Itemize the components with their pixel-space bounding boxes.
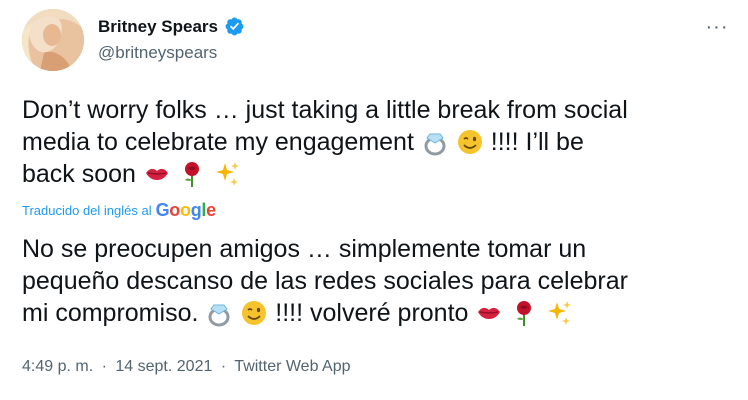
- sparkles-icon: [213, 160, 241, 188]
- tweet-line: !!!! I’ll be: [490, 128, 584, 156]
- winking-face-icon: [456, 128, 491, 156]
- tweet-line: media to celebrate my engagement: [22, 128, 414, 156]
- verified-badge-icon: [224, 16, 245, 37]
- tweet-line: pequeño descanso de las redes sociales p…: [22, 267, 628, 295]
- google-logo-icon: Google: [155, 200, 217, 220]
- tweet-card: Britney Spears @britneyspears ··· Don’t …: [0, 0, 748, 400]
- ring-icon: [205, 299, 240, 327]
- separator: ·: [101, 358, 107, 375]
- separator: ·: [220, 358, 227, 375]
- tweet-line: Don’t worry folks … just taking a little…: [22, 96, 628, 124]
- kiss-mark-icon: [475, 299, 510, 327]
- kiss-mark-icon: [143, 160, 178, 188]
- rose-icon: [178, 160, 213, 188]
- tweet-text-translated: No se preocupen amigos … simplemente tom…: [22, 233, 732, 329]
- more-options-button[interactable]: ···: [700, 12, 734, 42]
- rose-icon: [510, 299, 545, 327]
- avatar-image: [22, 9, 84, 71]
- user-handle[interactable]: @britneyspears: [98, 43, 217, 63]
- tweet-line: back soon: [22, 160, 136, 188]
- tweet-line: No se preocupen amigos … simplemente tom…: [22, 235, 587, 263]
- display-name[interactable]: Britney Spears: [98, 17, 218, 37]
- tweet-source[interactable]: Twitter Web App: [234, 358, 350, 375]
- sparkles-icon: [545, 299, 573, 327]
- more-horizontal-icon: ···: [705, 15, 729, 38]
- tweet-text-original: Don’t worry folks … just taking a little…: [22, 94, 732, 190]
- winking-face-icon: [240, 299, 275, 327]
- ring-icon: [421, 128, 456, 156]
- translation-attribution[interactable]: Traducido del inglés al Google: [22, 200, 216, 221]
- tweet-line: mi compromiso.: [22, 299, 199, 327]
- avatar[interactable]: [22, 9, 84, 71]
- tweet-time[interactable]: 4:49 p. m.: [22, 358, 93, 375]
- tweet-date[interactable]: 14 sept. 2021: [115, 358, 212, 375]
- tweet-meta: 4:49 p. m. · 14 sept. 2021 · Twitter Web…: [22, 358, 351, 376]
- tweet-line: !!!! volveré pronto: [275, 299, 469, 327]
- translation-label: Traducido del inglés al: [22, 203, 152, 218]
